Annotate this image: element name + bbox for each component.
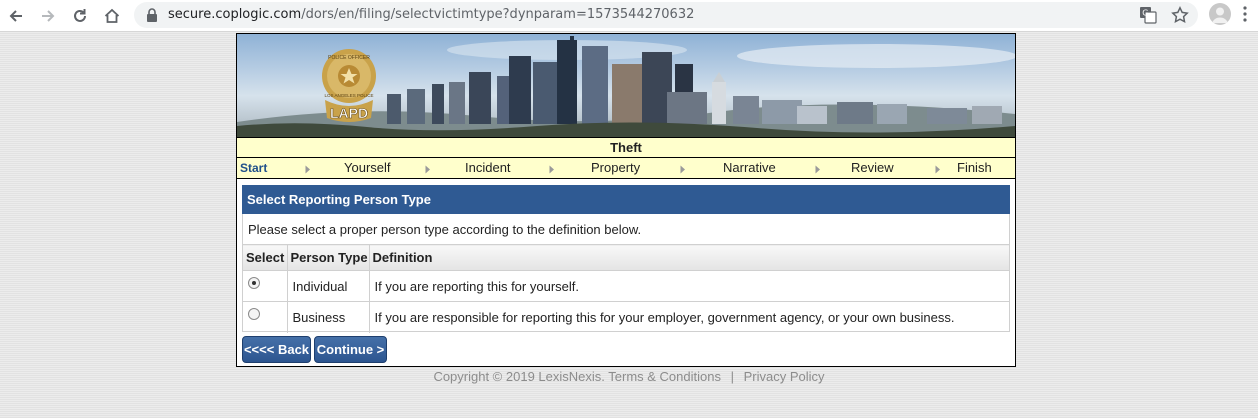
continue-button[interactable]: Continue >	[314, 336, 387, 363]
step-arrow-icon	[549, 165, 554, 174]
lapd-badge-logo: LAPD POLICE OFFICER LOS ANGELES POLICE	[322, 49, 376, 122]
panel-title: Select Reporting Person Type	[242, 185, 1010, 214]
url-text: secure.coplogic.com/dors/en/filing/selec…	[168, 7, 695, 22]
person-type-panel: Please select a proper person type accor…	[242, 214, 1010, 333]
address-bar[interactable]: secure.coplogic.com/dors/en/filing/selec…	[134, 2, 1198, 28]
forward-arrow-icon[interactable]	[36, 4, 60, 28]
reload-icon[interactable]	[68, 4, 92, 28]
translate-icon[interactable]: G	[1139, 6, 1157, 24]
individual-radio[interactable]	[248, 277, 260, 290]
browser-toolbar: secure.coplogic.com/dors/en/filing/selec…	[0, 0, 1258, 32]
copyright-text: Copyright © 2019 LexisNexis.	[433, 369, 605, 384]
step-arrow-icon	[815, 165, 820, 174]
person-type-label: Business	[287, 301, 370, 333]
lock-icon	[147, 8, 157, 22]
footer-separator: |	[730, 369, 734, 384]
instructions-text: Please select a proper person type accor…	[248, 222, 642, 237]
wizard-steps: Start Yourself Incident Property Narrati…	[237, 158, 1015, 179]
step-finish: Finish	[957, 160, 992, 175]
report-form-frame: LAPD POLICE OFFICER LOS ANGELES POLICE T…	[236, 33, 1016, 367]
back-arrow-icon[interactable]	[4, 4, 28, 28]
column-header-definition: Definition	[369, 244, 1009, 271]
step-start: Start	[240, 161, 268, 175]
page-footer: Copyright © 2019 LexisNexis. Terms & Con…	[0, 369, 1258, 384]
step-yourself: Yourself	[344, 160, 391, 175]
svg-text:G: G	[1142, 9, 1148, 18]
definition-text: If you are responsible for reporting thi…	[369, 301, 1009, 333]
column-header-select: Select	[243, 244, 288, 271]
terms-link[interactable]: Terms & Conditions	[608, 369, 721, 384]
step-arrow-icon	[305, 165, 310, 174]
city-skyline-banner: LAPD POLICE OFFICER LOS ANGELES POLICE	[237, 34, 1015, 137]
step-narrative: Narrative	[723, 160, 776, 175]
table-row: Business If you are responsible for repo…	[243, 301, 1009, 333]
bookmark-star-icon[interactable]	[1171, 6, 1189, 24]
svg-text:LAPD: LAPD	[330, 105, 368, 121]
business-radio[interactable]	[248, 308, 260, 321]
profile-avatar-icon[interactable]	[1209, 3, 1231, 25]
step-incident: Incident	[465, 160, 511, 175]
table-row: Individual If you are reporting this for…	[243, 270, 1009, 302]
column-header-person-type: Person Type	[287, 244, 370, 271]
form-title: Theft	[237, 137, 1015, 158]
svg-text:POLICE OFFICER: POLICE OFFICER	[328, 55, 370, 61]
home-icon[interactable]	[100, 4, 124, 28]
step-arrow-icon	[935, 165, 940, 174]
step-review: Review	[851, 160, 894, 175]
person-type-label: Individual	[287, 270, 370, 302]
step-arrow-icon	[680, 165, 685, 174]
definition-text: If you are reporting this for yourself.	[369, 270, 1009, 302]
back-button[interactable]: <<<< Back	[242, 336, 311, 363]
table-header-row: Select Person Type Definition	[243, 244, 1009, 271]
svg-text:LOS ANGELES POLICE: LOS ANGELES POLICE	[324, 93, 373, 98]
menu-kebab-icon[interactable]	[1243, 6, 1247, 22]
person-type-table: Select Person Type Definition Individual…	[243, 244, 1009, 333]
step-property: Property	[591, 160, 641, 175]
step-arrow-icon	[425, 165, 430, 174]
privacy-link[interactable]: Privacy Policy	[744, 369, 825, 384]
